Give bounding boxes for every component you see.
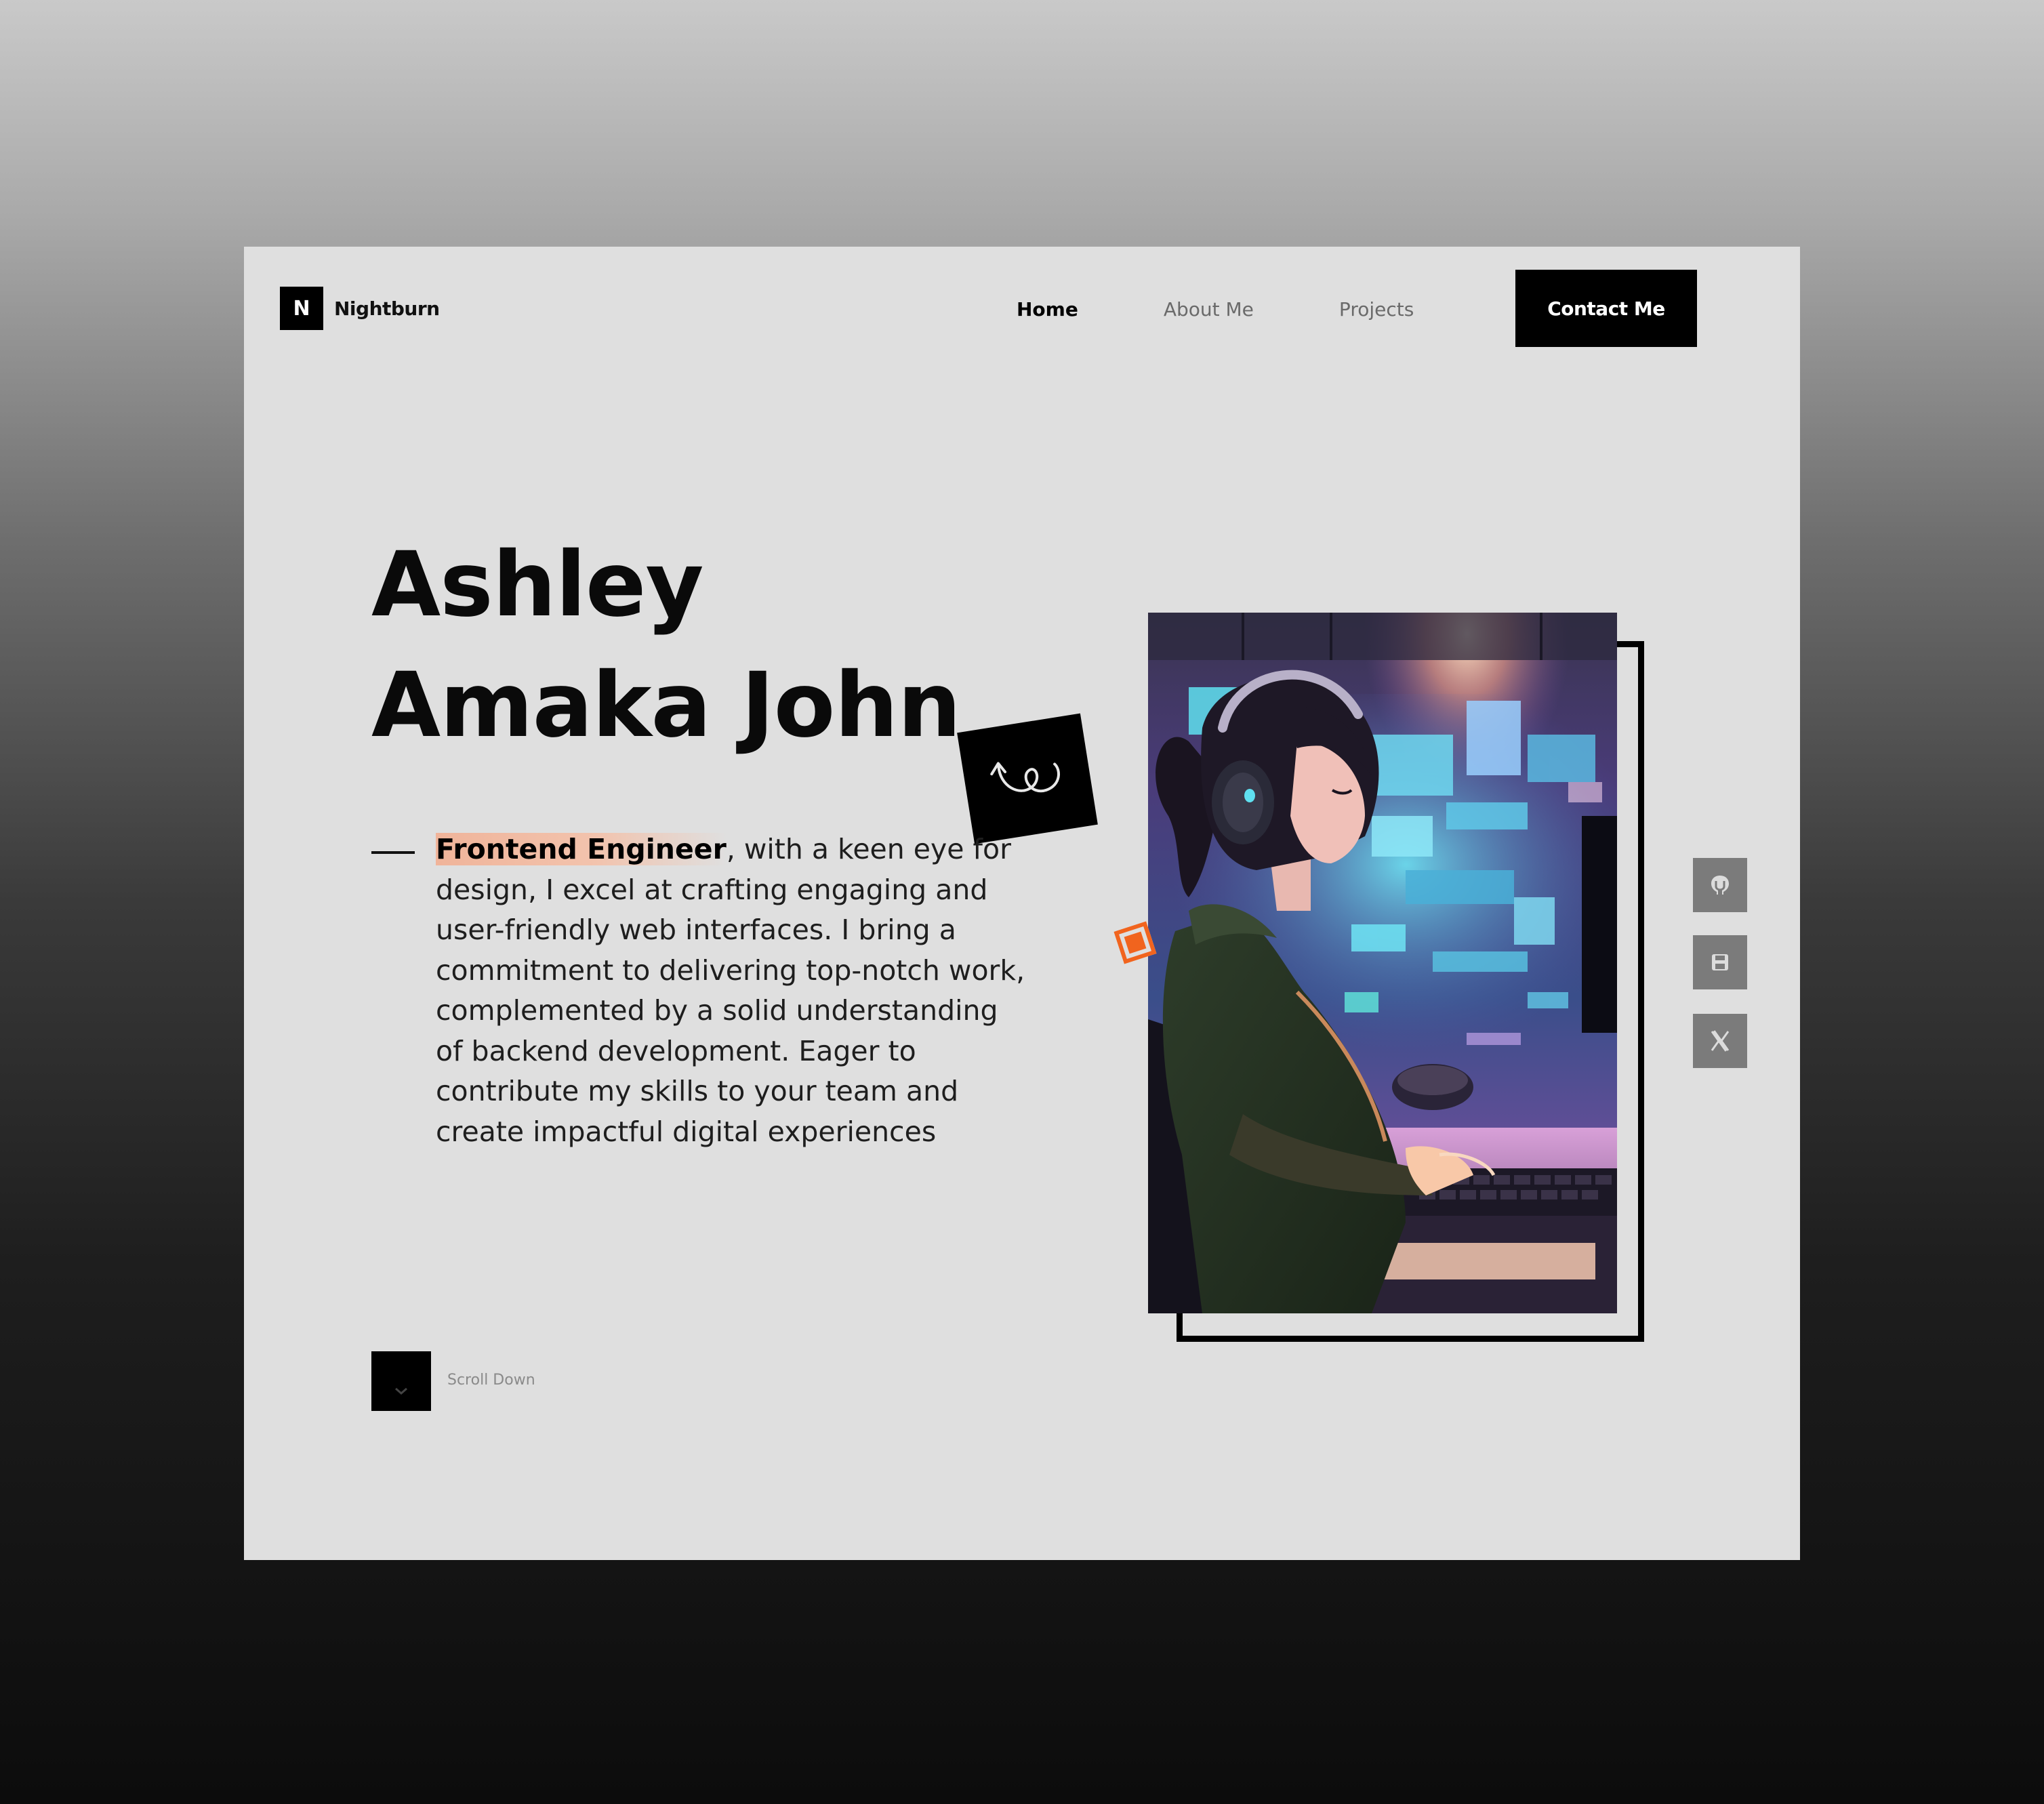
- x-icon: [1711, 1030, 1730, 1052]
- squiggle-arrow-card: [957, 713, 1098, 844]
- hero-name: Ashley Amaka John: [371, 525, 961, 766]
- role-highlight: Frontend Engineer: [436, 833, 727, 865]
- contact-me-button[interactable]: Contact Me: [1515, 270, 1697, 347]
- save-icon: [1712, 954, 1728, 970]
- nav-home[interactable]: Home: [1017, 298, 1078, 321]
- main-nav: Home About Me Projects: [1017, 283, 1499, 335]
- nav-projects[interactable]: Projects: [1339, 298, 1414, 321]
- logo-mark: N: [280, 287, 323, 330]
- github-icon: [1711, 876, 1729, 895]
- portrait-illustration: [1148, 613, 1617, 1313]
- hero-name-line-1: Ashley: [371, 533, 704, 637]
- save-link[interactable]: [1693, 935, 1747, 989]
- brand-logo[interactable]: N Nightburn: [280, 287, 440, 330]
- brand-name: Nightburn: [334, 297, 440, 320]
- bio-text: Frontend Engineer, with a keen eye for d…: [436, 829, 1032, 1152]
- squiggle-arrow-icon: [990, 762, 1060, 793]
- hero-name-line-2: Amaka John: [371, 653, 961, 758]
- github-link[interactable]: [1693, 858, 1747, 912]
- x-link[interactable]: [1693, 1014, 1747, 1068]
- portfolio-page: N Nightburn Home About Me Projects Conta…: [244, 247, 1800, 1560]
- portrait-image: [1148, 613, 1617, 1313]
- nav-about-me[interactable]: About Me: [1164, 298, 1254, 321]
- bio-dash: [371, 851, 415, 854]
- bio-body: , with a keen eye for design, I excel at…: [436, 833, 1025, 1148]
- scroll-down-label: Scroll Down: [447, 1372, 535, 1389]
- scroll-down-button[interactable]: [371, 1351, 431, 1411]
- chevron-down-icon: [395, 1387, 407, 1395]
